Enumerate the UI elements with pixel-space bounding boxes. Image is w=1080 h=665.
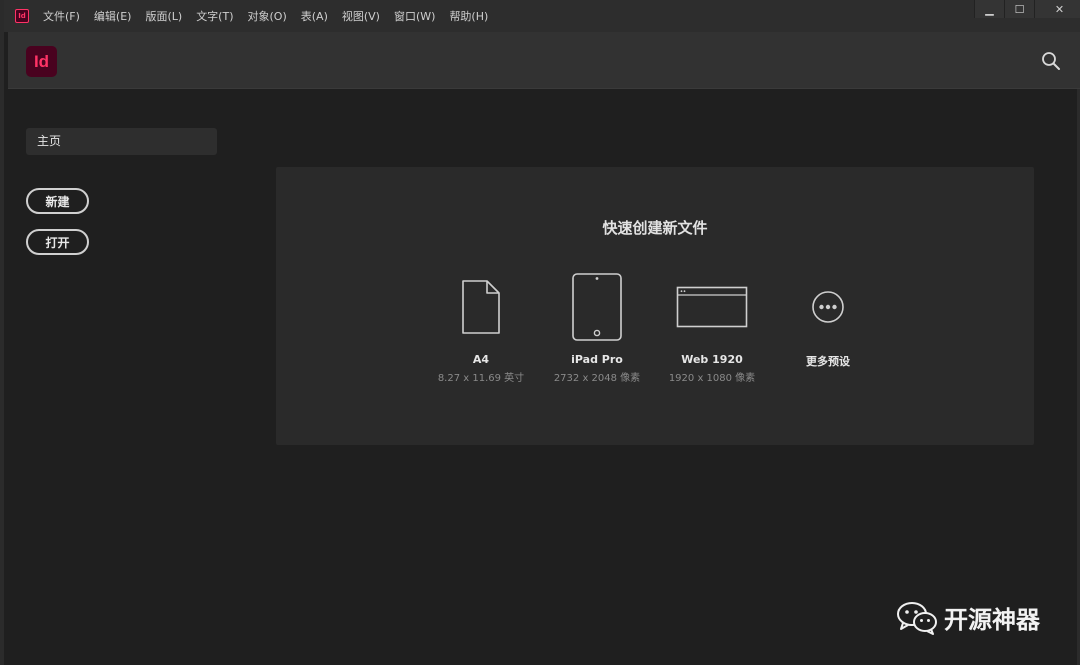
- menu-help[interactable]: 帮助(H): [449, 8, 488, 24]
- menu-file[interactable]: 文件(F): [43, 8, 80, 24]
- window-controls: ▁ ☐ ✕: [974, 0, 1080, 18]
- menu-window[interactable]: 窗口(W): [394, 8, 435, 24]
- minimize-button[interactable]: ▁: [974, 0, 1004, 18]
- preset-size: 2732 x 2048 像素: [553, 373, 641, 384]
- menu-edit[interactable]: 编辑(E): [94, 8, 132, 24]
- indesign-logo[interactable]: Id: [26, 46, 57, 77]
- quick-create-panel: 快速创建新文件 A4 8.27 x 11.69 英寸 iPad Pro 2732…: [276, 167, 1034, 445]
- preset-name: iPad Pro: [571, 353, 623, 366]
- search-icon[interactable]: [1041, 51, 1061, 71]
- app-window: Id 文件(F) 编辑(E) 版面(L) 文字(T) 对象(O) 表(A) 视图…: [0, 0, 1080, 665]
- menu-table[interactable]: 表(A): [301, 8, 328, 24]
- menu-layout[interactable]: 版面(L): [145, 8, 182, 24]
- preset-a4[interactable]: A4 8.27 x 11.69 英寸: [421, 271, 541, 384]
- menu-bar: Id 文件(F) 编辑(E) 版面(L) 文字(T) 对象(O) 表(A) 视图…: [4, 0, 1080, 32]
- menu-view[interactable]: 视图(V): [342, 8, 380, 24]
- menu-object[interactable]: 对象(O): [248, 8, 287, 24]
- preset-web-1920[interactable]: Web 1920 1920 x 1080 像素: [652, 271, 772, 384]
- menu-type[interactable]: 文字(T): [196, 8, 233, 24]
- wechat-icon: [897, 601, 937, 635]
- more-icon: [812, 291, 844, 323]
- tablet-icon: [572, 273, 622, 341]
- document-icon: [462, 280, 500, 334]
- preset-name: 更多预设: [806, 355, 850, 368]
- quick-create-title: 快速创建新文件: [602, 219, 708, 237]
- preset-more[interactable]: 更多预设: [768, 271, 888, 369]
- open-button[interactable]: 打开: [26, 229, 89, 255]
- app-icon[interactable]: Id: [15, 9, 29, 23]
- preset-name: A4: [472, 353, 490, 366]
- preset-size: 1920 x 1080 像素: [668, 373, 756, 384]
- close-button[interactable]: ✕: [1034, 0, 1080, 18]
- maximize-button[interactable]: ☐: [1004, 0, 1034, 18]
- app-header: Id: [8, 32, 1080, 89]
- browser-window-icon: [676, 286, 748, 328]
- sidebar-item-home[interactable]: 主页: [26, 128, 217, 155]
- watermark: 开源神器: [896, 600, 1040, 635]
- new-button[interactable]: 新建: [26, 188, 89, 214]
- preset-ipad-pro[interactable]: iPad Pro 2732 x 2048 像素: [537, 271, 657, 384]
- preset-size: 8.27 x 11.69 英寸: [437, 373, 525, 384]
- preset-name: Web 1920: [681, 353, 743, 366]
- watermark-text: 开源神器: [944, 606, 1040, 634]
